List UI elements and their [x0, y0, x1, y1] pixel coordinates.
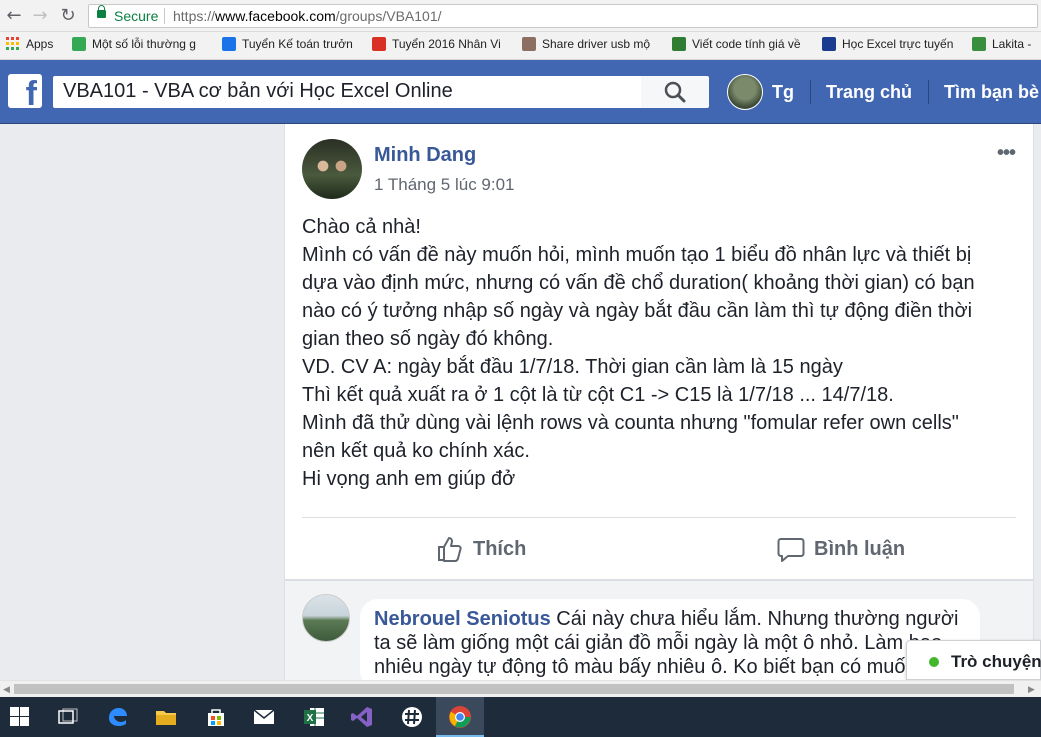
comment-button[interactable]: Bình luận: [776, 534, 936, 564]
chrome-icon[interactable]: [436, 697, 484, 737]
post-line: Hi vọng anh em giúp đở: [302, 468, 516, 490]
browser-toolbar: ← → ↻ Secure https://www.facebook.com/gr…: [0, 0, 1041, 32]
store-icon[interactable]: [192, 697, 240, 737]
svg-text:X: X: [307, 713, 314, 724]
arrow-right-icon[interactable]: →: [30, 6, 50, 26]
url-text[interactable]: https://www.facebook.com/groups/VBA101/: [173, 8, 442, 24]
mail-icon[interactable]: [240, 697, 288, 737]
post-line: nên kết quả ko chính xác.: [302, 440, 530, 462]
comment-text: Cái này chưa hiểu lắm. Nhưng thường ngườ…: [550, 608, 959, 630]
profile-link[interactable]: Tg: [772, 82, 794, 103]
visual-studio-icon[interactable]: [338, 697, 386, 737]
address-divider: [164, 8, 165, 24]
excel-site-icon: [822, 37, 836, 51]
bookmark-apps[interactable]: Apps: [6, 37, 66, 55]
search-button[interactable]: [641, 76, 709, 108]
post-body: Chào cả nhà! Mình có vấn đề này muốn hỏi…: [302, 213, 1022, 493]
edge-icon[interactable]: [94, 697, 142, 737]
nav-divider: [928, 80, 929, 104]
chat-tab[interactable]: Trò chuyện: [906, 640, 1041, 680]
search-input[interactable]: VBA101 - VBA cơ bản với Học Excel Online: [53, 76, 641, 108]
like-label: Thích: [473, 538, 527, 560]
reload-icon[interactable]: ↻: [58, 6, 78, 26]
bookmark-1[interactable]: Một số lỗi thường g: [72, 37, 210, 55]
scroll-left-icon[interactable]: ◀: [3, 684, 10, 695]
bookmark-5[interactable]: Viết code tính giá về: [672, 37, 812, 55]
magnifier-icon: [664, 81, 686, 103]
online-status-icon: [929, 657, 939, 667]
find-friends-link[interactable]: Tìm bạn bè: [944, 82, 1039, 103]
post-line: gian theo số ngày đó không.: [302, 328, 554, 350]
apps-grid-icon: [6, 37, 19, 50]
bookmark-2[interactable]: Tuyển Kế toán trưởn: [222, 37, 360, 55]
post-line: Mình có vấn đề này muốn hỏi, mình muốn t…: [302, 244, 972, 266]
post-author[interactable]: Minh Dang: [374, 144, 476, 167]
chat-label: Trò chuyện: [951, 652, 1041, 671]
comment-author[interactable]: Nebrouel Seniotus: [374, 608, 551, 630]
author-avatar[interactable]: [302, 139, 362, 199]
slack-icon[interactable]: [388, 697, 436, 737]
horizontal-scrollbar[interactable]: ◀ ▶: [0, 680, 1041, 697]
comment-text: ta sẽ làm giống một cái giản đồ mỗi ngày…: [374, 632, 943, 654]
windows-taskbar: X: [0, 697, 1041, 737]
home-link[interactable]: Trang chủ: [826, 82, 912, 103]
gpe-icon: [672, 37, 686, 51]
excel-icon[interactable]: X: [290, 697, 338, 737]
secure-label: Secure: [114, 8, 159, 24]
profile-avatar[interactable]: [727, 74, 763, 110]
post-line: Thì kết quả xuất ra ở 1 cột là từ cột C1…: [302, 384, 894, 406]
job-site-icon: [372, 37, 386, 51]
address-bar[interactable]: Secure https://www.facebook.com/groups/V…: [88, 4, 1038, 28]
comment-label: Bình luận: [814, 538, 906, 560]
commenter-avatar[interactable]: [302, 594, 350, 642]
bookmark-6[interactable]: Học Excel trực tuyến: [822, 37, 962, 55]
bookmark-3[interactable]: Tuyển 2016 Nhân Vi: [372, 37, 510, 55]
bookmark-4[interactable]: Share driver usb mộ: [522, 37, 660, 55]
post-line: Mình đã thử dùng vài lệnh rows và counta…: [302, 412, 959, 434]
post-line: Chào cả nhà!: [302, 216, 421, 238]
action-divider: [302, 517, 1016, 518]
post-line: nào có ý tưởng nhập số ngày và ngày bắt …: [302, 300, 973, 322]
bookmarks-bar: Apps Một số lỗi thường g Tuyển Kế toán t…: [0, 32, 1041, 60]
bookmark-7[interactable]: Lakita -: [972, 37, 1041, 55]
facebook-header: f VBA101 - VBA cơ bản với Học Excel Onli…: [0, 60, 1041, 124]
task-view-icon[interactable]: [44, 697, 92, 737]
like-button[interactable]: Thích: [435, 534, 565, 564]
post-timestamp[interactable]: 1 Tháng 5 lúc 9:01: [374, 175, 515, 195]
post-line: VD. CV A: ngày bắt đầu 1/7/18. Thời gian…: [302, 356, 843, 378]
scroll-right-icon[interactable]: ▶: [1028, 684, 1035, 695]
post-line: dựa vào định mức, nhưng có vấn đề chổ du…: [302, 272, 975, 294]
thumbs-up-icon: [438, 537, 462, 562]
facebook-logo-icon[interactable]: f: [8, 74, 42, 108]
scrollbar-thumb[interactable]: [14, 684, 1014, 694]
more-options-icon[interactable]: •••: [997, 142, 1016, 165]
comment-text: nhiêu ngày tự động tô màu bấy nhiêu ô. K…: [374, 656, 917, 678]
post-card: Minh Dang 1 Tháng 5 lúc 9:01 ••• Chào cả…: [284, 124, 1034, 580]
spreadsheet-icon: [72, 37, 86, 51]
lakita-icon: [972, 37, 986, 51]
nav-divider: [810, 80, 811, 104]
arrow-left-icon[interactable]: ←: [4, 6, 24, 26]
lock-icon: [97, 5, 106, 18]
file-explorer-icon[interactable]: [142, 697, 190, 737]
w-site-icon: [222, 37, 236, 51]
comment-bubble-icon: [777, 538, 805, 562]
windows-start-icon[interactable]: [0, 697, 48, 737]
comment-bubble: Nebrouel Seniotus Cái này chưa hiểu lắm.…: [360, 599, 980, 689]
book-stack-icon: [522, 37, 536, 51]
